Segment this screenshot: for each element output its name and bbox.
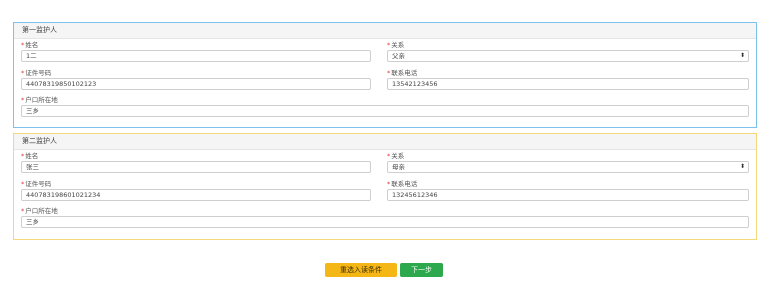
name-label: *姓名 [21,41,39,49]
id-number-input[interactable]: 44078319850102123 [21,78,371,90]
required-marker: * [387,180,391,188]
second-guardian-header: 第二监护人 [14,134,756,150]
relation-selected-value: 父亲 [392,52,405,60]
household-label: *户口所在地 [21,207,58,215]
reselect-conditions-button[interactable]: 重选入读条件 [325,263,397,277]
phone-label: *联系电话 [387,69,418,77]
required-marker: * [21,207,25,215]
relation-select[interactable]: 父亲 ⬍ [387,50,749,62]
id-label: *证件号码 [21,69,52,77]
name-input[interactable]: 张三 [21,161,371,173]
relation-select[interactable]: 母亲 ⬍ [387,161,749,173]
required-marker: * [21,180,25,188]
phone-input[interactable]: 13245612346 [387,189,749,201]
next-step-button[interactable]: 下一步 [400,263,443,277]
household-input[interactable]: 三乡 [21,216,749,228]
name-input[interactable]: 1二 [21,50,371,62]
required-marker: * [387,41,391,49]
id-number-input[interactable]: 440783198601021234 [21,189,371,201]
second-guardian-panel: 第二监护人 *姓名 张三 *关系 母亲 ⬍ *证件号码 440783198601… [13,133,757,240]
select-arrow-icon: ⬍ [739,163,745,170]
household-label: *户口所在地 [21,96,58,104]
required-marker: * [387,152,391,160]
household-input[interactable]: 三乡 [21,105,749,117]
phone-input[interactable]: 13542123456 [387,78,749,90]
required-marker: * [21,96,25,104]
relation-label: *关系 [387,41,405,49]
id-label: *证件号码 [21,180,52,188]
first-guardian-header: 第一监护人 [14,23,756,39]
relation-selected-value: 母亲 [392,163,405,171]
phone-label: *联系电话 [387,180,418,188]
required-marker: * [21,152,25,160]
required-marker: * [21,41,25,49]
guardian-form-page: 第一监护人 *姓名 1二 *关系 父亲 ⬍ *证件号码 440783198501… [0,0,778,294]
relation-label: *关系 [387,152,405,160]
select-arrow-icon: ⬍ [739,52,745,59]
first-guardian-panel: 第一监护人 *姓名 1二 *关系 父亲 ⬍ *证件号码 440783198501… [13,22,757,128]
name-label: *姓名 [21,152,39,160]
required-marker: * [387,69,391,77]
required-marker: * [21,69,25,77]
